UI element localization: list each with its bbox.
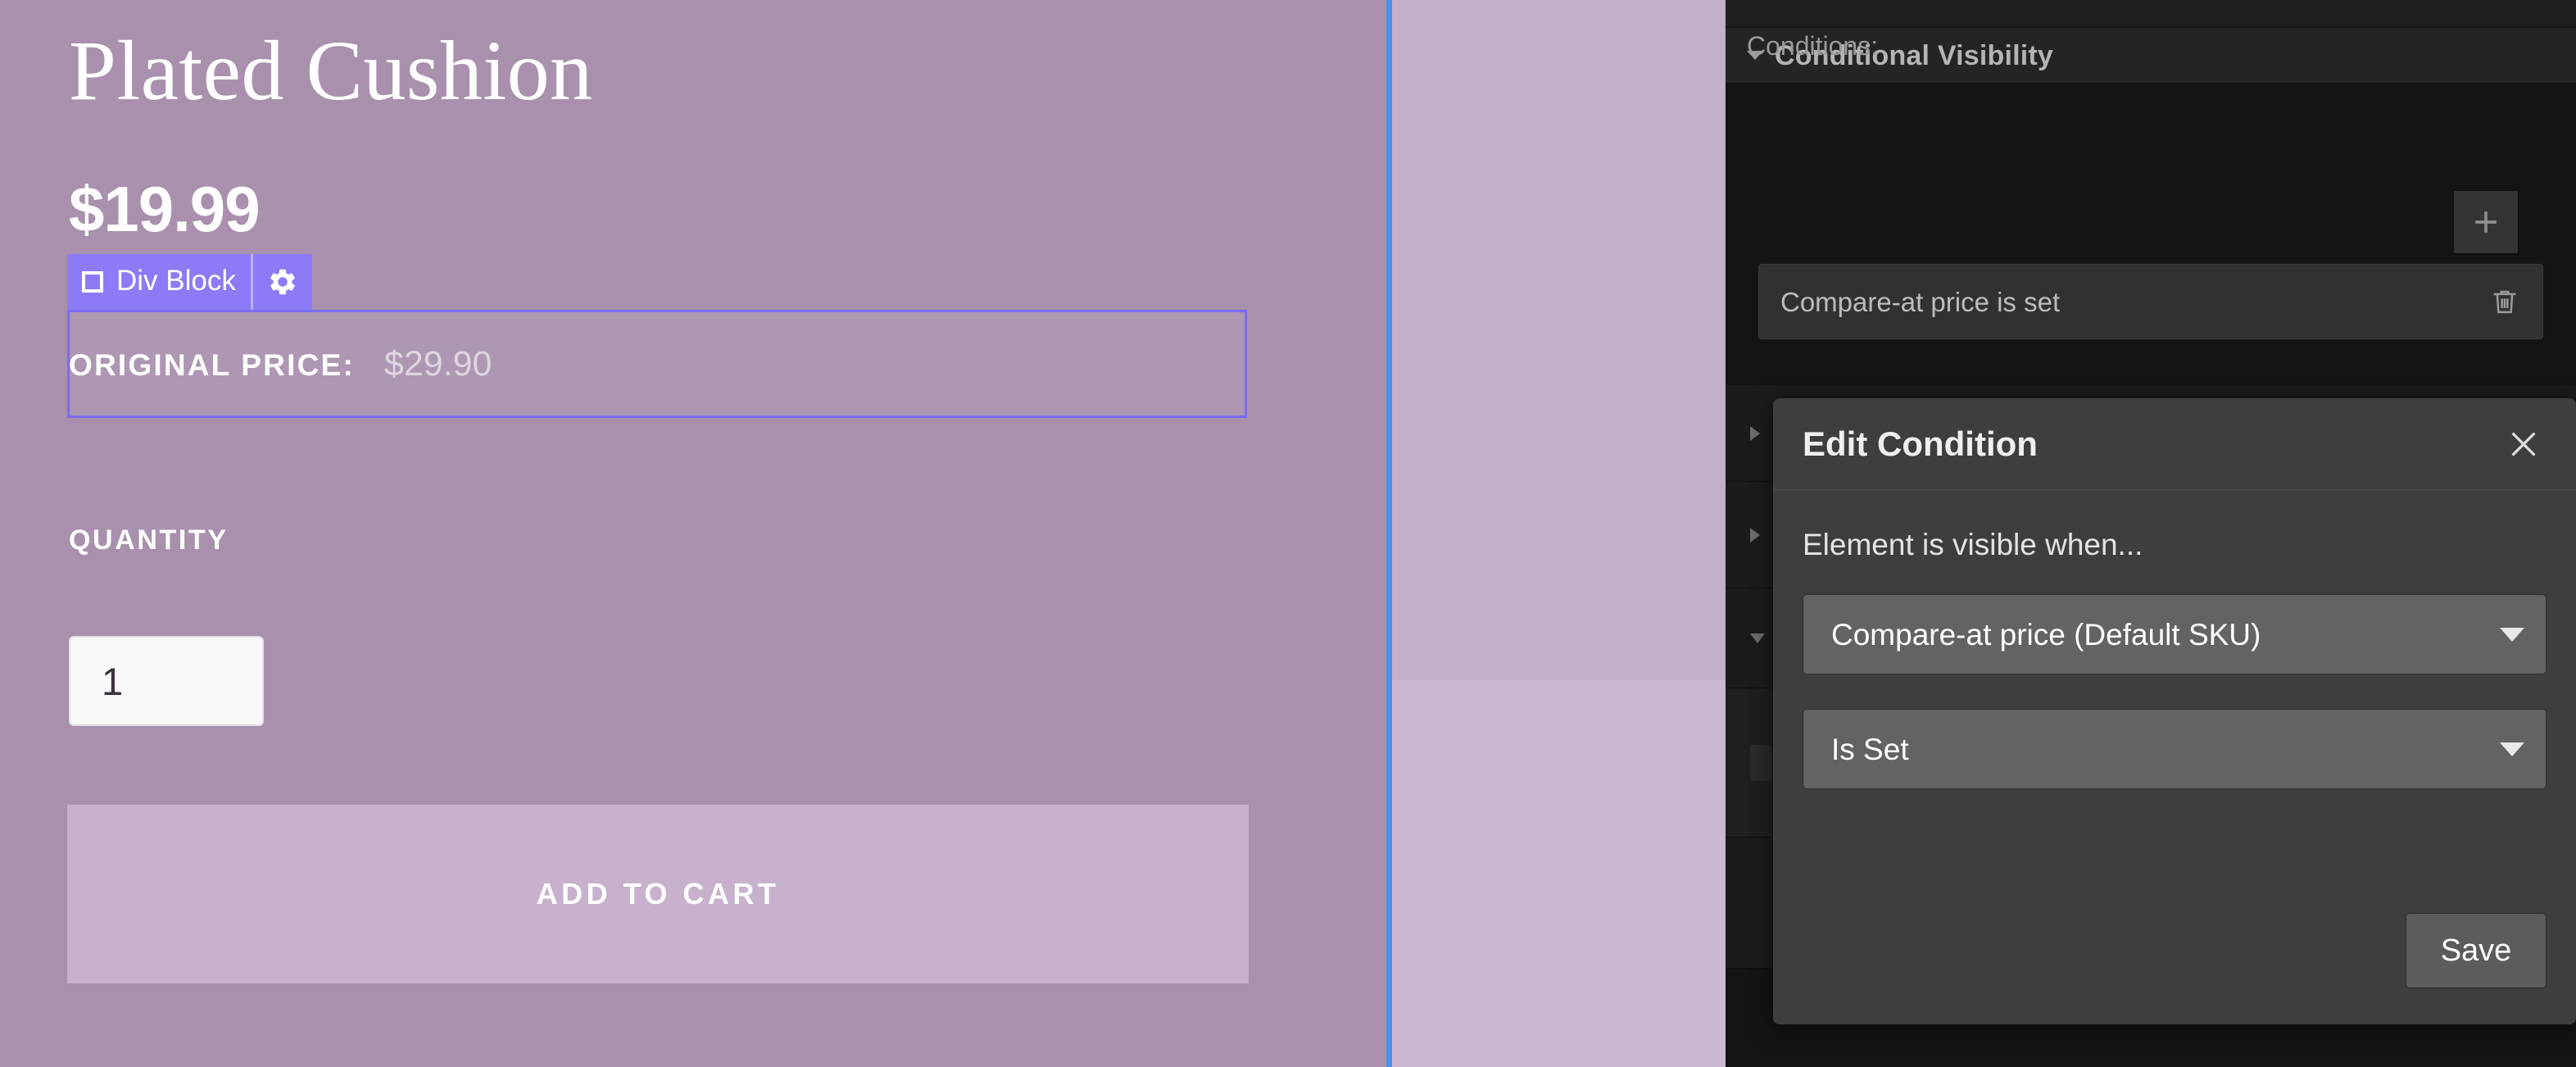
selection-badge[interactable]: Div Block (67, 254, 312, 310)
original-price-value: $29.90 (383, 344, 492, 384)
plus-icon (2475, 211, 2497, 233)
square-icon (82, 271, 103, 293)
field-select[interactable]: Compare-at price (Default SKU) (1803, 594, 2547, 674)
canvas-guide-line (1386, 0, 1392, 1067)
quantity-label: QUANTITY (69, 524, 229, 556)
page-title: Plated Cushion (69, 24, 593, 118)
close-icon[interactable] (2501, 421, 2547, 467)
canvas-side-column-lower (1392, 680, 1726, 1067)
original-price-label: ORIGINAL PRICE: (69, 348, 355, 382)
design-canvas[interactable]: Plated Cushion $19.99 Div Block ORIGINAL… (0, 0, 1386, 1067)
condition-text: Compare-at price is set (1780, 286, 2061, 317)
dialog-header: Edit Condition (1773, 398, 2576, 490)
chevron-right-icon (1750, 425, 1760, 441)
gear-icon[interactable] (253, 254, 312, 310)
dialog-body: Element is visible when... Compare-at pr… (1773, 529, 2576, 789)
chevron-down-icon (1750, 633, 1765, 643)
add-condition-button[interactable] (2453, 190, 2519, 254)
conditions-label: Conditions: (1747, 31, 1879, 61)
edit-condition-dialog: Edit Condition Element is visible when..… (1773, 398, 2576, 1024)
quantity-input[interactable]: 1 (69, 636, 264, 726)
add-to-cart-button[interactable]: ADD TO CART (67, 805, 1249, 983)
app-root: Plated Cushion $19.99 Div Block ORIGINAL… (0, 0, 2576, 1067)
chevron-down-icon (2500, 627, 2524, 642)
operator-select-value: Is Set (1831, 732, 1909, 766)
chevron-down-icon (2500, 742, 2524, 756)
dialog-subtitle: Element is visible when... (1803, 528, 2143, 561)
condition-list-item[interactable]: Compare-at price is set (1758, 264, 2543, 339)
panel-top-strip (1726, 0, 2576, 28)
product-price: $19.99 (69, 173, 261, 245)
trash-icon[interactable] (2488, 285, 2521, 318)
field-placeholder (1750, 744, 1771, 781)
dialog-title: Edit Condition (1803, 424, 2038, 463)
operator-select[interactable]: Is Set (1803, 709, 2547, 789)
save-button[interactable]: Save (2406, 913, 2547, 988)
chevron-right-icon (1750, 527, 1760, 543)
field-select-value: Compare-at price (Default SKU) (1831, 617, 2261, 652)
selection-badge-label: Div Block (116, 265, 236, 297)
original-price-row: ORIGINAL PRICE: $29.90 (69, 344, 492, 384)
dialog-footer: Save (2406, 913, 2547, 988)
